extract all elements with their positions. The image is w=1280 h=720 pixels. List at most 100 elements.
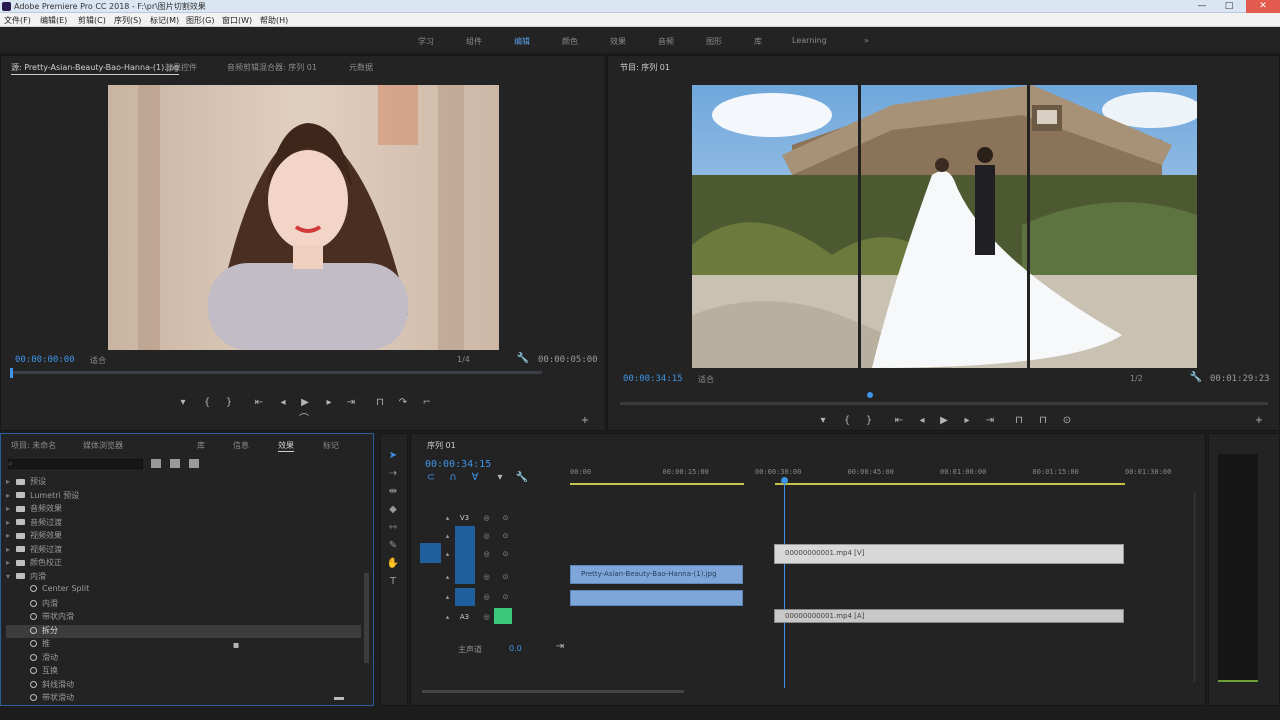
source-patch-v1[interactable]: [420, 543, 441, 563]
wrench-icon[interactable]: 🔧: [516, 353, 530, 365]
workspace-more-button[interactable]: »: [864, 36, 869, 45]
effect-item[interactable]: 滑动: [6, 652, 361, 665]
slip-tool-icon[interactable]: ⇿: [386, 521, 400, 535]
overwrite-icon[interactable]: ↷: [396, 397, 410, 409]
track-lock-icon[interactable]: ▴: [442, 592, 453, 602]
tab-markers[interactable]: 标记: [323, 440, 339, 451]
track-label-a3[interactable]: A3: [459, 612, 470, 622]
go-to-in-icon[interactable]: ⇤: [252, 397, 266, 409]
eye-icon[interactable]: ⊙: [500, 592, 511, 602]
type-tool-icon[interactable]: T: [386, 575, 400, 589]
track-lock-icon[interactable]: ▴: [442, 513, 453, 523]
timeline-playhead-handle[interactable]: [781, 477, 788, 484]
tab-metadata[interactable]: 元数据: [349, 62, 373, 73]
work-area-bar-right[interactable]: [775, 483, 1125, 485]
menu-graphics[interactable]: 图形(G): [186, 15, 214, 26]
solo-track-button[interactable]: [494, 608, 512, 624]
accelerated-effects-icon[interactable]: [151, 459, 161, 468]
program-export-frame-icon[interactable]: ⊙: [1060, 415, 1074, 427]
menu-marker[interactable]: 标记(M): [150, 15, 179, 26]
program-add-button-icon[interactable]: +: [1252, 415, 1266, 427]
eye-icon[interactable]: ⊙: [500, 572, 511, 582]
program-mark-in-icon[interactable]: {: [840, 415, 854, 427]
master-go-to-icon[interactable]: ⇥: [553, 641, 567, 653]
timeline-clip-video[interactable]: 00000000001.mp4 [V]: [774, 544, 1124, 564]
effects-folder[interactable]: ▸ Lumetri 预设: [6, 490, 361, 503]
track-select-tool-icon[interactable]: ⇢: [386, 467, 400, 481]
workspace-learning[interactable]: 学习: [418, 36, 434, 47]
effect-item[interactable]: 互换: [6, 665, 361, 678]
add-marker-timeline-icon[interactable]: ▾: [493, 472, 507, 484]
tab-source[interactable]: 源: Pretty-Asian-Beauty-Bao-Hanna-(1).jpg: [11, 62, 180, 75]
program-wrench-icon[interactable]: 🔧: [1189, 372, 1203, 384]
eye-icon[interactable]: ⊙: [500, 549, 511, 559]
close-button[interactable]: ✕: [1246, 0, 1280, 13]
eye-icon[interactable]: ⊙: [500, 531, 511, 541]
menu-file[interactable]: 文件(F): [4, 15, 31, 26]
effects-scrollbar[interactable]: [364, 573, 369, 663]
tab-sequence[interactable]: 序列 01: [427, 440, 456, 451]
workspace-audio[interactable]: 音频: [658, 36, 674, 47]
tab-program[interactable]: 节目: 序列 01: [620, 62, 670, 73]
effects-folder[interactable]: ▸ 预设: [6, 476, 361, 489]
effect-item[interactable]: 推: [6, 638, 361, 651]
source-scrub-bar[interactable]: [10, 371, 542, 374]
workspace-effects[interactable]: 效果: [610, 36, 626, 47]
sync-icon[interactable]: ◎: [481, 549, 492, 559]
eye-icon[interactable]: ⊙: [500, 513, 511, 523]
minimize-button[interactable]: —: [1189, 0, 1215, 13]
sync-icon[interactable]: ◎: [481, 592, 492, 602]
work-area-bar-left[interactable]: [570, 483, 744, 485]
program-go-to-in-icon[interactable]: ⇤: [892, 415, 906, 427]
timeline-timecode[interactable]: 00:00:34:15: [425, 459, 491, 470]
lift-icon[interactable]: ⊓: [1012, 415, 1026, 427]
program-playhead[interactable]: [867, 392, 873, 398]
program-resolution-dropdown[interactable]: 1/2: [1130, 374, 1143, 383]
source-drag-handle-icon[interactable]: ⌒: [297, 414, 311, 426]
effects-folder[interactable]: ▸ 音频过渡: [6, 517, 361, 530]
effect-item[interactable]: Center Split: [6, 584, 361, 597]
menu-edit[interactable]: 编辑(E): [40, 15, 67, 26]
effect-item[interactable]: 带状滑动: [6, 692, 361, 705]
maximize-button[interactable]: □: [1216, 0, 1242, 13]
program-play-icon[interactable]: ▶: [937, 415, 951, 427]
menu-help[interactable]: 帮助(H): [260, 15, 288, 26]
play-icon[interactable]: ▶: [298, 397, 312, 409]
selection-tool-icon[interactable]: ➤: [386, 449, 400, 463]
source-resolution-dropdown[interactable]: 1/4: [457, 355, 470, 364]
effects-folder[interactable]: ▾ 内滑: [6, 571, 361, 584]
export-frame-icon[interactable]: ⌐: [420, 397, 434, 409]
track-lock-icon[interactable]: ▴: [442, 549, 453, 559]
track-lock-icon[interactable]: ▴: [442, 531, 453, 541]
program-step-back-icon[interactable]: ◂: [915, 415, 929, 427]
go-to-out-icon[interactable]: ⇥: [344, 397, 358, 409]
tab-project[interactable]: 项目: 未命名: [11, 440, 56, 451]
hand-tool-icon[interactable]: ✋: [386, 557, 400, 571]
workspace-libraries[interactable]: 库: [754, 36, 762, 47]
ripple-edit-tool-icon[interactable]: ⇹: [386, 485, 400, 499]
effect-item[interactable]: 拆分: [6, 624, 361, 638]
workspace-editing[interactable]: 编辑: [514, 36, 530, 47]
timeline-settings-icon[interactable]: 🔧: [515, 472, 529, 484]
program-timecode[interactable]: 00:00:34:15: [623, 374, 683, 384]
workspace-assembly[interactable]: 组件: [466, 36, 482, 47]
source-timecode[interactable]: 00:00:00:00: [15, 355, 75, 365]
mark-in-icon[interactable]: {: [200, 397, 214, 409]
effects-folder[interactable]: ▸ 视频过渡: [6, 544, 361, 557]
effects-search-input[interactable]: [8, 459, 143, 469]
sync-icon[interactable]: ◎: [481, 513, 492, 523]
new-bin-icon[interactable]: [334, 697, 344, 700]
sync-icon[interactable]: ◎: [481, 531, 492, 541]
track-target-video[interactable]: [455, 526, 475, 584]
menu-sequence[interactable]: 序列(S): [114, 15, 141, 26]
add-marker-icon[interactable]: ▾: [176, 397, 190, 409]
sync-icon[interactable]: ◎: [481, 572, 492, 582]
mark-out-icon[interactable]: }: [222, 397, 236, 409]
tab-effect-controls[interactable]: 效果控件: [165, 62, 197, 73]
program-add-marker-icon[interactable]: ▾: [816, 415, 830, 427]
linked-selection-icon[interactable]: ∀: [468, 472, 482, 484]
effect-item[interactable]: 带状内滑: [6, 611, 361, 624]
effect-item[interactable]: 斜线滑动: [6, 679, 361, 692]
menu-clip[interactable]: 剪辑(C): [78, 15, 106, 26]
pen-tool-icon[interactable]: ✎: [386, 539, 400, 553]
